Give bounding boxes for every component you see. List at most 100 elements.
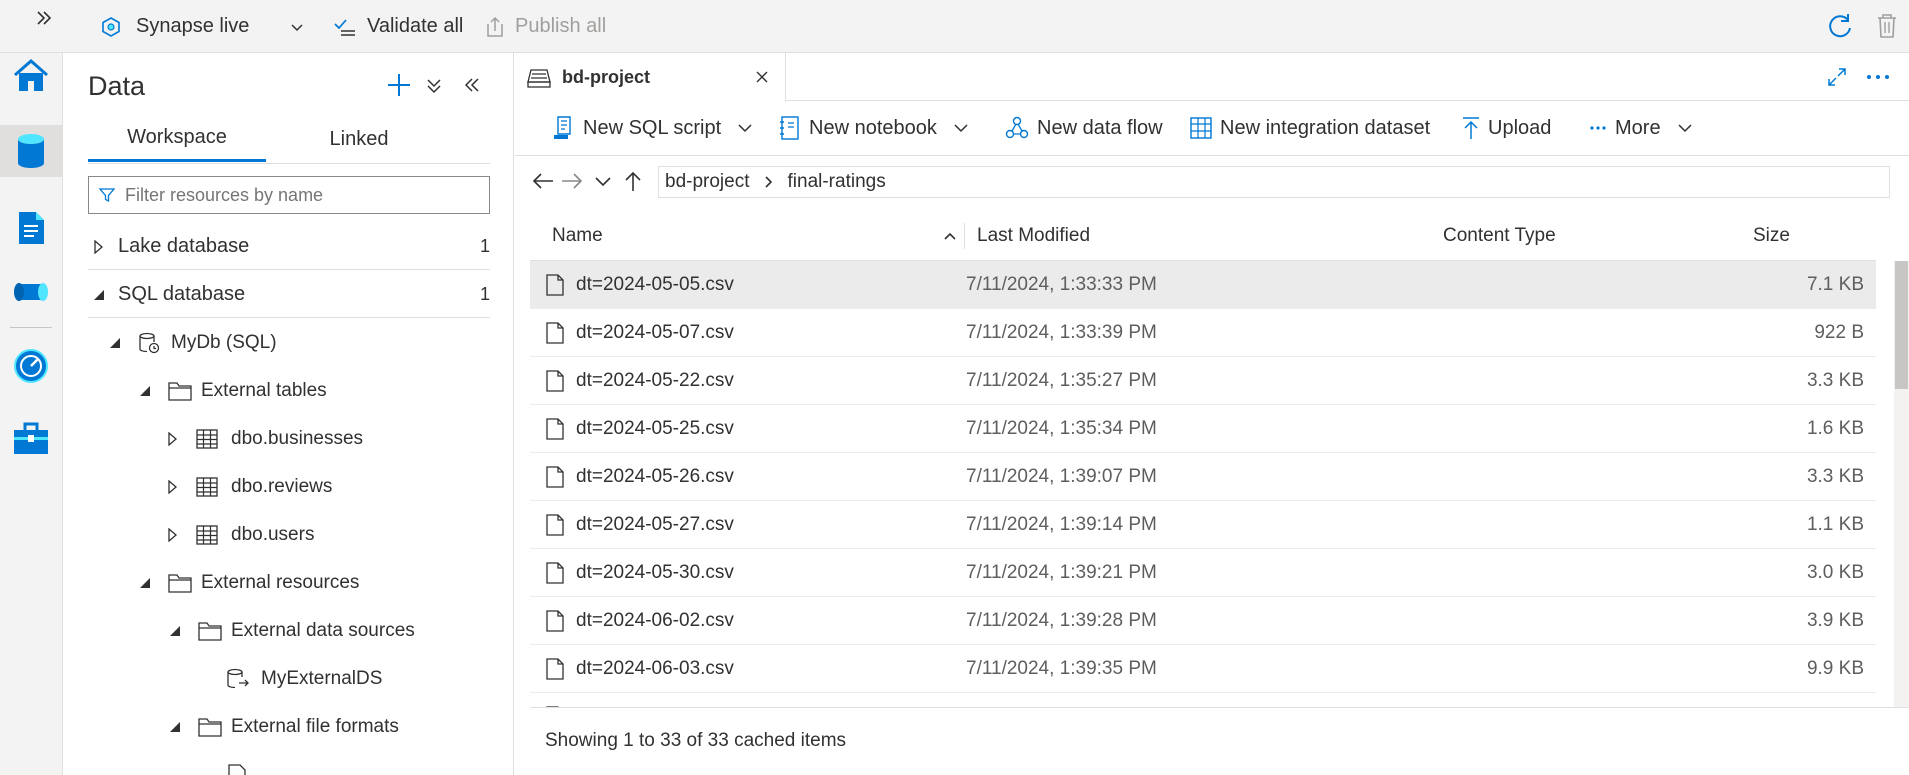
publish-all-button[interactable]: Publish all — [485, 0, 606, 53]
column-header-name[interactable]: Name — [552, 211, 952, 261]
filter-input[interactable] — [125, 184, 465, 206]
table-row[interactable]: dt=2024-05-30.csv 7/11/2024, 1:39:21 PM … — [530, 549, 1876, 597]
breadcrumb-item-final-ratings[interactable]: final-ratings — [788, 171, 886, 193]
file-icon — [546, 514, 564, 536]
pipeline-icon — [11, 278, 51, 306]
tab-workspace-label: Workspace — [127, 126, 227, 148]
tree-item-external-file-formats[interactable]: External file formats — [88, 704, 490, 750]
rail-manage[interactable] — [8, 415, 54, 461]
nav-up-icon[interactable] — [624, 170, 642, 192]
cell-name: dt=2024-06-03.csv — [576, 658, 734, 679]
top-toolbar: Synapse live Validate all Publish all — [0, 0, 1909, 53]
tab-linked[interactable]: Linked — [266, 116, 452, 162]
nav-history-dropdown-icon[interactable] — [594, 175, 612, 189]
rail-home[interactable] — [8, 53, 54, 99]
table-row[interactable]: dt=2024-05-25.csv 7/11/2024, 1:35:34 PM … — [530, 405, 1876, 453]
tree-item-label: MyExternalDS — [261, 668, 383, 689]
collapse-panel-icon[interactable] — [463, 76, 481, 94]
new-sql-script-button[interactable]: New SQL script — [553, 103, 753, 153]
tree-item-external-resources[interactable]: External resources — [88, 560, 490, 606]
tab-workspace[interactable]: Workspace — [88, 116, 266, 162]
add-resource-icon[interactable] — [386, 72, 412, 98]
caret-down-icon[interactable] — [168, 720, 182, 734]
tree-item-dbo-reviews[interactable]: dbo.reviews — [88, 464, 490, 510]
tree-item-sql-database[interactable]: SQL database 1 — [88, 272, 490, 318]
column-header-last-modified[interactable]: Last Modified — [977, 211, 1377, 261]
upload-button[interactable]: Upload — [1462, 103, 1551, 153]
collapse-all-icon[interactable] — [426, 77, 442, 95]
column-content-type-label: Content Type — [1443, 225, 1556, 246]
upload-icon — [1462, 116, 1480, 140]
table-row-partial[interactable] — [530, 693, 1876, 707]
sort-ascending-icon[interactable] — [943, 231, 957, 241]
breadcrumb-item-bd-project[interactable]: bd-project — [665, 171, 750, 193]
table-row[interactable]: dt=2024-06-02.csv 7/11/2024, 1:39:28 PM … — [530, 597, 1876, 645]
column-header-size[interactable]: Size — [1753, 211, 1853, 261]
more-button[interactable]: More — [1589, 103, 1693, 153]
new-notebook-label: New notebook — [809, 116, 937, 139]
validate-check-icon — [333, 16, 357, 38]
tree-item-mydb[interactable]: MyDb (SQL) — [88, 320, 490, 366]
caret-right-icon[interactable] — [92, 240, 106, 254]
rail-integrate[interactable] — [8, 269, 54, 315]
cell-size: 7.1 KB — [1806, 274, 1864, 295]
rail-data[interactable] — [0, 125, 62, 177]
tab-bd-project[interactable]: bd-project — [515, 53, 786, 102]
caret-right-icon[interactable] — [166, 432, 180, 446]
table-row[interactable]: dt=2024-06-03.csv 7/11/2024, 1:39:35 PM … — [530, 645, 1876, 693]
tree-item-external-data-sources[interactable]: External data sources — [88, 608, 490, 654]
tree-item-dbo-businesses[interactable]: dbo.businesses — [88, 416, 490, 462]
tree-item-partial[interactable] — [88, 752, 490, 775]
refresh-icon[interactable] — [1826, 12, 1854, 40]
table-row[interactable]: dt=2024-05-07.csv 7/11/2024, 1:33:39 PM … — [530, 309, 1876, 357]
new-data-flow-button[interactable]: New data flow — [1005, 103, 1163, 153]
file-icon — [546, 562, 564, 584]
expand-icon[interactable] — [1827, 67, 1847, 87]
caret-down-icon[interactable] — [108, 336, 122, 350]
tree-item-myexternalds[interactable]: MyExternalDS — [88, 656, 490, 702]
filter-box[interactable] — [88, 176, 490, 214]
caret-down-icon[interactable] — [168, 624, 182, 638]
file-icon — [546, 658, 564, 680]
nav-forward-icon[interactable] — [560, 171, 584, 191]
rail-develop[interactable] — [8, 205, 54, 251]
tree-item-label: SQL database — [118, 283, 246, 305]
expand-rail-icon[interactable] — [34, 8, 54, 28]
tree-item-external-tables[interactable]: External tables — [88, 368, 490, 414]
table-row[interactable]: dt=2024-05-26.csv 7/11/2024, 1:39:07 PM … — [530, 453, 1876, 501]
discard-icon[interactable] — [1874, 12, 1900, 40]
file-icon — [546, 418, 564, 440]
cell-name: dt=2024-06-02.csv — [576, 610, 734, 631]
workspace-mode-dropdown[interactable]: Synapse live — [100, 0, 305, 53]
rail-monitor[interactable] — [8, 343, 54, 389]
cell-size: 922 B — [1814, 322, 1864, 343]
new-integration-dataset-button[interactable]: New integration dataset — [1190, 103, 1430, 153]
caret-right-icon[interactable] — [166, 480, 180, 494]
file-icon — [546, 466, 564, 488]
nav-back-icon[interactable] — [531, 171, 555, 191]
table-scrollbar-thumb[interactable] — [1895, 261, 1908, 389]
table-row[interactable]: dt=2024-05-05.csv 7/11/2024, 1:33:33 PM … — [530, 261, 1876, 309]
table-scrollbar[interactable] — [1894, 261, 1909, 707]
table-footer-divider — [530, 707, 1909, 708]
tree-item-dbo-users[interactable]: dbo.users — [88, 512, 490, 558]
caret-down-icon[interactable] — [92, 288, 106, 302]
validate-all-button[interactable]: Validate all — [333, 0, 463, 53]
publish-icon — [485, 16, 505, 38]
table-row[interactable]: dt=2024-05-22.csv 7/11/2024, 1:35:27 PM … — [530, 357, 1876, 405]
table-row[interactable]: dt=2024-05-27.csv 7/11/2024, 1:39:14 PM … — [530, 501, 1876, 549]
new-notebook-button[interactable]: New notebook — [779, 103, 969, 153]
file-icon — [546, 274, 564, 296]
caret-right-icon[interactable] — [166, 528, 180, 542]
caret-down-icon[interactable] — [138, 384, 152, 398]
caret-down-icon[interactable] — [138, 576, 152, 590]
column-header-content-type[interactable]: Content Type — [1443, 211, 1723, 261]
datasource-icon — [226, 668, 250, 690]
cell-size: 9.9 KB — [1806, 658, 1864, 679]
tree-item-lake-database[interactable]: Lake database 1 — [88, 224, 490, 270]
close-tab-icon[interactable] — [755, 70, 769, 84]
folder-icon — [168, 381, 192, 401]
file-icon — [546, 322, 564, 344]
folder-icon — [198, 717, 222, 737]
more-options-icon[interactable] — [1865, 67, 1891, 87]
